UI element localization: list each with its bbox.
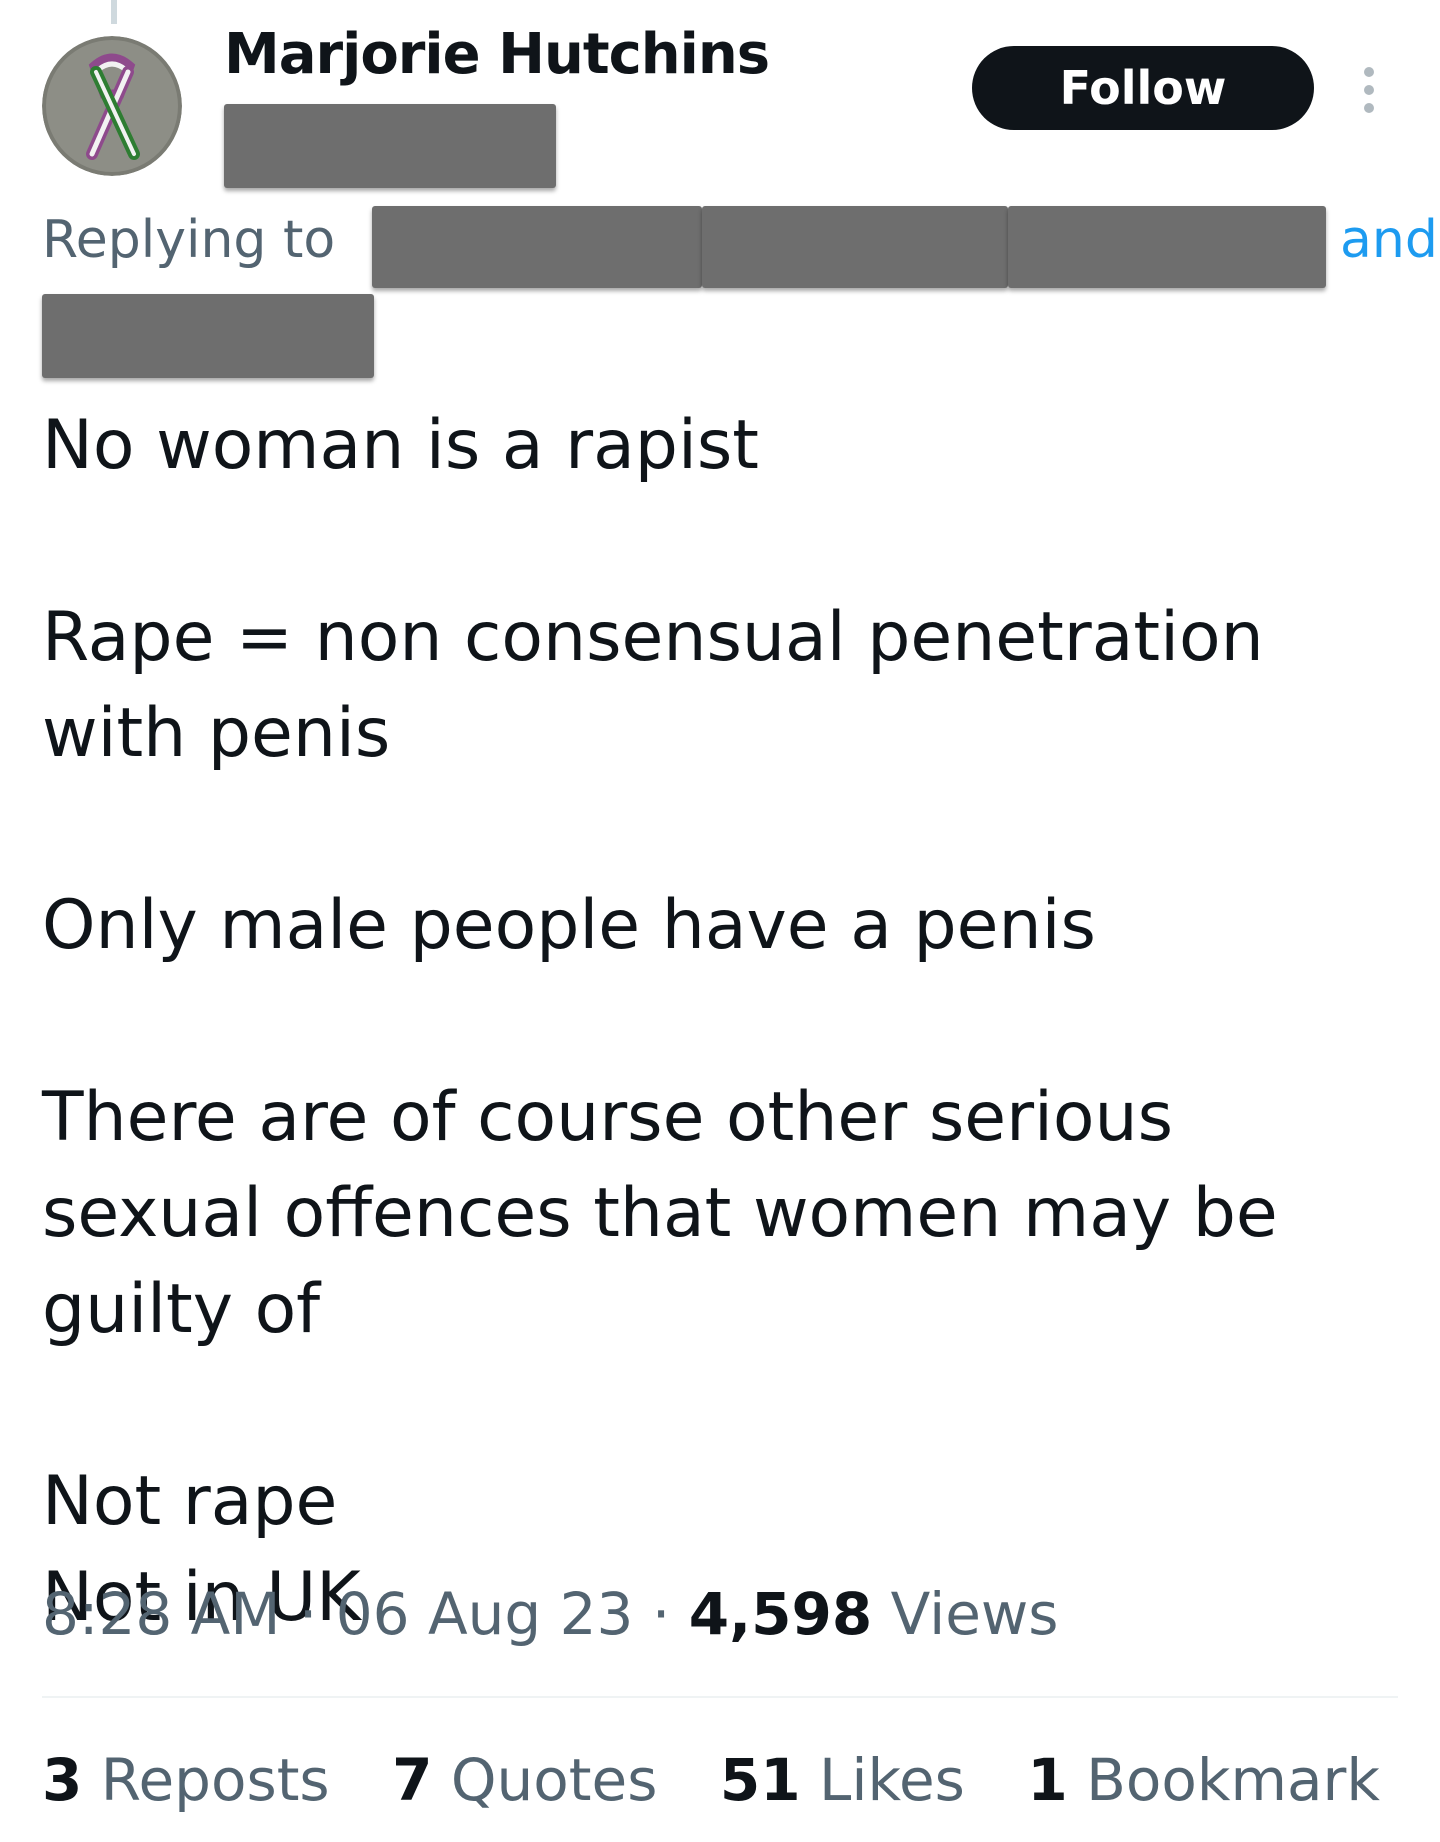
more-vertical-icon[interactable] <box>1354 60 1384 120</box>
separator-dot: · <box>298 1580 318 1648</box>
quotes-count: 7 <box>392 1746 433 1814</box>
tweet-paragraph: There are of course other serious sexual… <box>42 1070 1412 1358</box>
redacted-mention[interactable] <box>702 206 1008 288</box>
display-name[interactable]: Marjorie Hutchins <box>224 22 770 87</box>
tweet-paragraph: Only male people have a penis <box>42 878 1412 974</box>
replying-to-label: Replying to <box>42 210 336 270</box>
and-others-link[interactable]: and <box>1340 210 1438 270</box>
redacted-mention[interactable] <box>42 294 374 378</box>
tweet-metadata: 8:28 AM · 06 Aug 23 · 4,598 Views <box>42 1580 1059 1648</box>
tweet-time[interactable]: 8:28 AM <box>42 1580 280 1648</box>
redacted-mention[interactable] <box>1008 206 1326 288</box>
tweet-paragraph: No woman is a rapist <box>42 398 1412 494</box>
tweet-line: Not rape <box>42 1462 338 1541</box>
bookmarks-count: 1 <box>1027 1746 1068 1814</box>
reposts-label: Reposts <box>100 1746 330 1814</box>
separator-dot: · <box>651 1580 671 1648</box>
bookmarks-stat[interactable]: 1 Bookmark <box>1027 1746 1380 1814</box>
avatar[interactable] <box>42 36 182 176</box>
tweet-line: No woman is a rapist <box>42 406 759 485</box>
likes-label: Likes <box>819 1746 965 1814</box>
thread-connector-line <box>111 0 117 24</box>
tweet-line: There are of course other serious sexual… <box>42 1078 1278 1349</box>
likes-count: 51 <box>719 1746 801 1814</box>
tweet-paragraph: Rape = non consensual penetration with p… <box>42 590 1412 782</box>
engagement-stats: 3 Reposts 7 Quotes 51 Likes 1 Bookmark <box>42 1746 1424 1814</box>
redacted-mention[interactable] <box>372 206 702 288</box>
tweet-text: No woman is a rapist Rape = non consensu… <box>42 398 1412 1646</box>
quotes-label: Quotes <box>450 1746 658 1814</box>
views-count: 4,598 <box>688 1580 873 1648</box>
tweet-date[interactable]: 06 Aug 23 <box>336 1580 634 1648</box>
reposts-stat[interactable]: 3 Reposts <box>42 1746 330 1814</box>
divider <box>42 1696 1398 1698</box>
bookmarks-label: Bookmark <box>1086 1746 1380 1814</box>
ribbon-icon <box>42 36 182 176</box>
views-label: Views <box>890 1580 1059 1648</box>
tweet-line: Only male people have a penis <box>42 886 1096 965</box>
likes-stat[interactable]: 51 Likes <box>720 1746 965 1814</box>
tweet-line: Rape = non consensual penetration with p… <box>42 598 1264 773</box>
reposts-count: 3 <box>42 1746 83 1814</box>
follow-button[interactable]: Follow <box>972 46 1314 130</box>
quotes-stat[interactable]: 7 Quotes <box>392 1746 657 1814</box>
redacted-handle <box>224 104 556 188</box>
